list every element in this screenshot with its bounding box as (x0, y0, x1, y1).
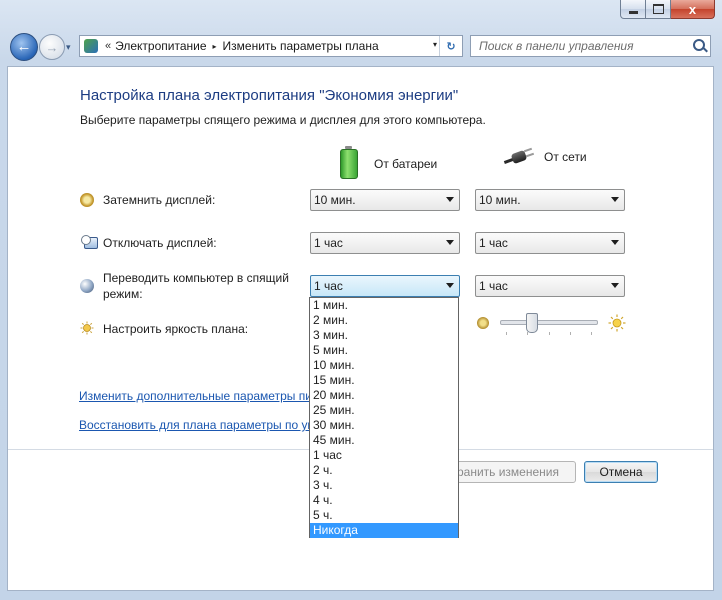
back-arrow-icon: ← (16, 38, 32, 55)
back-button[interactable]: ← (10, 33, 38, 61)
dropdown-option[interactable]: Никогда (310, 523, 458, 538)
forward-arrow-icon: → (45, 39, 59, 55)
turn-off-display-battery-select[interactable]: 1 час (310, 232, 460, 254)
battery-column-label: От батареи (374, 157, 438, 171)
brightness-slider-thumb[interactable] (526, 313, 539, 333)
refresh-icon: ↻ (446, 40, 456, 53)
maximize-icon (652, 4, 664, 14)
control-panel-icon (84, 39, 98, 53)
sleep-battery-select[interactable]: 1 час (310, 275, 460, 297)
page-subtitle: Выберите параметры спящего режима и дисп… (80, 113, 486, 127)
address-dropdown-icon[interactable]: ▾ (433, 40, 437, 49)
dropdown-option[interactable]: 30 мин. (310, 418, 458, 433)
dim-display-icon (80, 193, 94, 207)
dropdown-option[interactable]: 4 ч. (310, 493, 458, 508)
chevron-down-icon (446, 240, 454, 245)
dropdown-option[interactable]: 20 мин. (310, 388, 458, 403)
power-plug-icon (503, 147, 536, 165)
dropdown-option[interactable]: 1 мин. (310, 298, 458, 313)
battery-column-header: От батареи (340, 146, 438, 179)
ac-column-label: От сети (544, 150, 587, 164)
window-frame: x ← → ▾ « Электропитание ▸ Изменить пара… (0, 0, 722, 600)
sleep-label-line-2: режим: (103, 287, 143, 301)
sleep-label-line-1: Переводить компьютер в спящий (103, 271, 289, 285)
brightness-low-icon (477, 317, 489, 329)
select-value: 1 час (479, 236, 508, 250)
turn-off-display-label: Отключать дисплей: (103, 236, 217, 250)
chevron-down-icon (611, 283, 619, 288)
dropdown-option[interactable]: 2 мин. (310, 313, 458, 328)
dropdown-option[interactable]: 25 мин. (310, 403, 458, 418)
dropdown-option[interactable]: 3 мин. (310, 328, 458, 343)
dropdown-option[interactable]: 5 мин. (310, 343, 458, 358)
brightness-slider-track[interactable] (500, 320, 598, 325)
sleep-battery-dropdown-list[interactable]: 1 мин. 2 мин. 3 мин. 5 мин. 10 мин. 15 мин. 20… (309, 297, 459, 538)
chevron-down-icon (611, 197, 619, 202)
ac-column-header: От сети (503, 147, 587, 165)
select-value: 1 час (314, 279, 343, 293)
restore-defaults-link[interactable]: Восстановить для плана параметры по ум (79, 418, 316, 432)
sleep-label: Переводить компьютер в спящий режим: (103, 270, 289, 302)
battery-icon (340, 146, 358, 179)
dim-display-label: Затемнить дисплей: (103, 193, 216, 207)
chevron-down-icon (611, 240, 619, 245)
forward-button[interactable]: → (39, 34, 65, 60)
dim-display-battery-select[interactable]: 10 мин. (310, 189, 460, 211)
monitor-icon (81, 235, 98, 249)
address-bar[interactable]: « Электропитание ▸ Изменить параметры пл… (79, 35, 463, 57)
chevron-down-icon (446, 197, 454, 202)
dim-display-ac-select[interactable]: 10 мин. (475, 189, 625, 211)
search-input[interactable] (479, 37, 689, 55)
breadcrumb-power-options[interactable]: Электропитание (115, 39, 206, 53)
close-button[interactable]: x (671, 0, 715, 19)
chevron-down-icon (446, 283, 454, 288)
dropdown-option[interactable]: 15 мин. (310, 373, 458, 388)
save-changes-button[interactable]: ранить изменения (442, 461, 576, 483)
brightness-icon (80, 321, 94, 335)
select-value: 1 час (314, 236, 343, 250)
brightness-slider-ticks (506, 332, 592, 335)
sleep-icon (80, 279, 94, 293)
dropdown-option[interactable]: 10 мин. (310, 358, 458, 373)
dropdown-option[interactable]: 3 ч. (310, 478, 458, 493)
breadcrumb-edit-plan[interactable]: Изменить параметры плана (223, 39, 379, 53)
minimize-button[interactable] (620, 0, 646, 19)
refresh-button[interactable]: ↻ (439, 36, 462, 56)
dropdown-option[interactable]: 2 ч. (310, 463, 458, 478)
window-controls: x (620, 0, 715, 19)
dropdown-option[interactable]: 45 мин. (310, 433, 458, 448)
advanced-settings-link[interactable]: Изменить дополнительные параметры пи (79, 389, 312, 403)
chevron-right-icon[interactable]: ▸ (213, 42, 217, 51)
maximize-button[interactable] (646, 0, 671, 19)
turn-off-display-ac-select[interactable]: 1 час (475, 232, 625, 254)
dropdown-option[interactable]: 5 ч. (310, 508, 458, 523)
search-icon[interactable] (693, 39, 705, 51)
select-value: 10 мин. (314, 193, 356, 207)
brightness-label: Настроить яркость плана: (103, 322, 249, 336)
page-title: Настройка плана электропитания "Экономия… (80, 87, 459, 104)
brightness-high-icon (608, 314, 626, 332)
search-box[interactable] (470, 35, 711, 57)
select-value: 1 час (479, 279, 508, 293)
sleep-ac-select[interactable]: 1 час (475, 275, 625, 297)
cancel-button[interactable]: Отмена (584, 461, 658, 483)
close-icon: x (688, 1, 697, 17)
crumb-overflow[interactable]: « (105, 40, 111, 52)
dropdown-option[interactable]: 1 час (310, 448, 458, 463)
recent-pages-dropdown[interactable]: ▾ (66, 42, 71, 53)
minimize-icon (628, 10, 638, 14)
select-value: 10 мин. (479, 193, 521, 207)
